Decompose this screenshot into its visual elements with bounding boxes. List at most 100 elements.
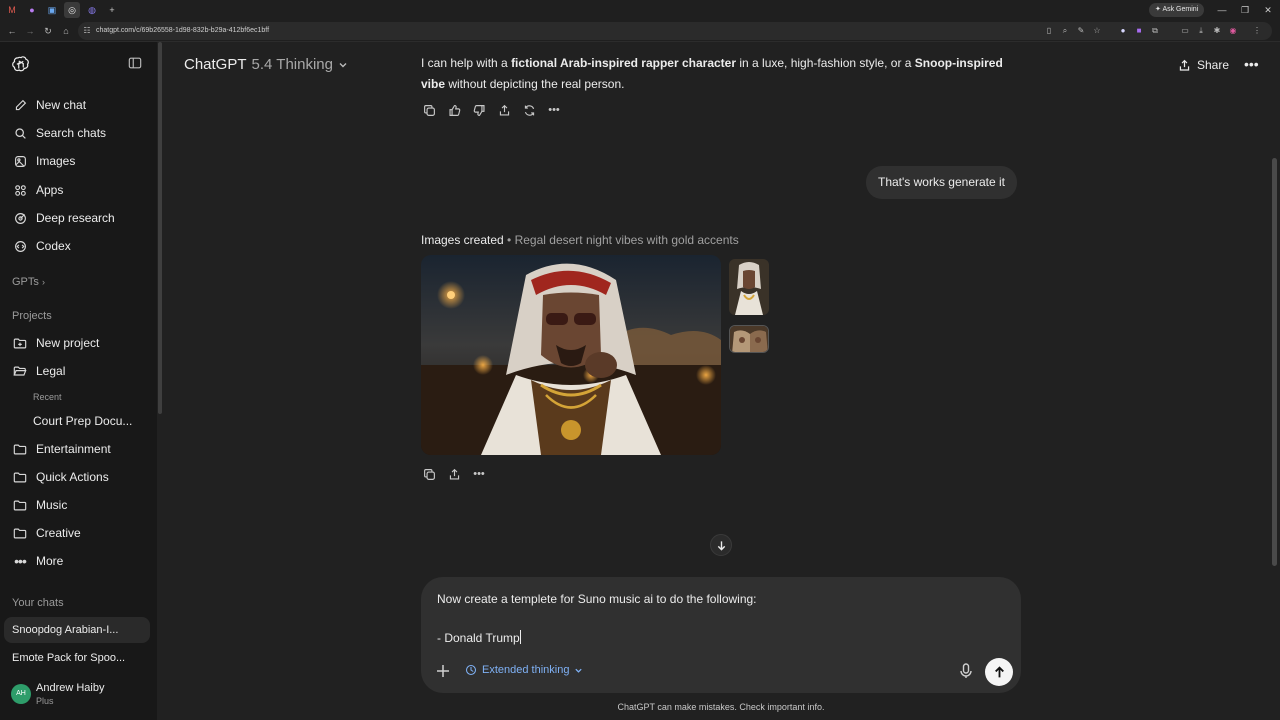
- your-chats-label: Your chats: [12, 597, 64, 609]
- download-icon[interactable]: ⤓: [1196, 26, 1206, 36]
- sidebar-item-court-prep[interactable]: Court Prep Docu...: [8, 408, 150, 434]
- copy-icon[interactable]: [421, 102, 437, 118]
- tab-2[interactable]: ●: [24, 2, 40, 18]
- minimize-button[interactable]: —: [1215, 3, 1229, 17]
- disclaimer-text: ChatGPT can make mistakes. Check importa…: [617, 702, 825, 712]
- sidebar-item-label: New project: [36, 336, 100, 350]
- assistant-text-3: without depicting the real person.: [445, 77, 625, 91]
- image-thumbnail-1[interactable]: [729, 259, 769, 315]
- restore-button[interactable]: ❐: [1238, 3, 1252, 17]
- share-image-icon[interactable]: [446, 466, 462, 482]
- home-icon[interactable]: ⌂: [59, 24, 73, 38]
- ask-gemini-label: Ask Gemini: [1162, 6, 1199, 13]
- sidebar-item-creative[interactable]: Creative: [8, 520, 150, 546]
- sidebar-item-new-project[interactable]: New project: [8, 330, 150, 356]
- sidebar-item-apps[interactable]: Apps: [8, 177, 150, 203]
- message-composer[interactable]: Now create a templete for Suno music ai …: [421, 577, 1021, 693]
- microphone-icon[interactable]: [959, 663, 973, 679]
- extended-thinking-button[interactable]: Extended thinking: [465, 664, 583, 676]
- images-created-caption: Images created • Regal desert night vibe…: [421, 233, 739, 247]
- thumbs-up-icon[interactable]: [446, 102, 462, 118]
- model-name: ChatGPT: [184, 56, 247, 73]
- more-actions-icon[interactable]: •••: [471, 466, 487, 482]
- extension-2-icon[interactable]: ■: [1134, 26, 1144, 36]
- ask-gemini-button[interactable]: ✦ Ask Gemini: [1149, 3, 1205, 17]
- folder-plus-icon: [12, 337, 28, 350]
- copy-icon[interactable]: [421, 466, 437, 482]
- composer-text-line-1[interactable]: Now create a templete for Suno music ai …: [437, 592, 757, 606]
- main-scrollbar-thumb[interactable]: [1272, 158, 1277, 566]
- url-field[interactable]: ☷ chatgpt.com/c/69b26558-1d98-832b-b29a-…: [78, 22, 1272, 40]
- gpts-section-label[interactable]: GPTs ›: [12, 276, 45, 288]
- close-window-button[interactable]: ✕: [1261, 3, 1275, 17]
- browser-tabstrip: M ● ▣ ◎ ◍ +: [0, 0, 1280, 20]
- regenerate-icon[interactable]: [521, 102, 537, 118]
- new-tab-button[interactable]: +: [104, 2, 120, 18]
- sidebar-item-label: More: [36, 554, 64, 568]
- translate-icon[interactable]: ✎: [1076, 26, 1086, 36]
- send-button[interactable]: [985, 658, 1013, 686]
- user-name: Andrew Haiby: [36, 682, 105, 694]
- zoom-icon[interactable]: ⌕: [1060, 26, 1070, 36]
- folder-icon: [12, 527, 28, 540]
- generated-image[interactable]: [421, 255, 721, 455]
- bookmark-star-icon[interactable]: ☆: [1092, 26, 1102, 36]
- chat-item-snoopdog[interactable]: Snoopdog Arabian-I...: [4, 617, 150, 643]
- sidebar-item-label: Search chats: [36, 126, 107, 140]
- extensions-icon[interactable]: ⧉: [1150, 26, 1160, 36]
- conversation-more-icon[interactable]: •••: [1244, 56, 1259, 72]
- image-thumbnail-2[interactable]: [729, 325, 769, 353]
- scroll-down-button[interactable]: [710, 534, 732, 556]
- page-icon[interactable]: ▯: [1044, 26, 1054, 36]
- more-actions-icon[interactable]: •••: [546, 102, 562, 118]
- sidebar-item-codex[interactable]: Codex: [8, 233, 150, 259]
- images-icon: [12, 155, 28, 168]
- sidebar-item-new-chat[interactable]: New chat: [8, 92, 150, 118]
- sidebar: New chat Search chats Images Apps Deep r…: [0, 42, 158, 720]
- chevron-down-icon: [339, 62, 347, 67]
- sidebar-item-images[interactable]: Images: [8, 148, 150, 174]
- sidebar-scroll-thumb[interactable]: [158, 42, 162, 414]
- composer-text-line-2[interactable]: - Donald Trump: [437, 630, 521, 645]
- codex-icon: [12, 240, 28, 253]
- sidebar-item-quick-actions[interactable]: Quick Actions: [8, 464, 150, 490]
- sidepanel-icon[interactable]: ▭: [1180, 26, 1190, 36]
- sidebar-item-music[interactable]: Music: [8, 492, 150, 518]
- chat-item-emote-pack[interactable]: Emote Pack for Spoo...: [4, 645, 150, 671]
- model-selector[interactable]: ChatGPT 5.4 Thinking: [184, 56, 348, 73]
- gmail-tab[interactable]: M: [4, 2, 20, 18]
- url-text: chatgpt.com/c/69b26558-1d98-832b-b29a-41…: [96, 27, 270, 34]
- chatgpt-logo-icon[interactable]: [12, 55, 30, 73]
- forward-icon[interactable]: →: [23, 24, 37, 38]
- folder-icon: [12, 471, 28, 484]
- profile-icon[interactable]: ◉: [1228, 26, 1238, 36]
- extension-1-icon[interactable]: ●: [1118, 26, 1128, 36]
- sidebar-toggle-icon[interactable]: [128, 56, 142, 70]
- thumbs-down-icon[interactable]: [471, 102, 487, 118]
- sidebar-scrollbar[interactable]: [157, 42, 163, 720]
- chevron-down-icon: [575, 668, 583, 673]
- tab-5[interactable]: ◍: [84, 2, 100, 18]
- sidebar-item-label: New chat: [36, 98, 87, 112]
- tab-3[interactable]: ▣: [44, 2, 60, 18]
- assistant-message: I can help with a fictional Arab-inspire…: [421, 53, 1021, 95]
- chatgpt-tab[interactable]: ◎: [64, 2, 80, 18]
- site-info-icon[interactable]: ☷: [82, 26, 92, 36]
- reload-icon[interactable]: ↻: [41, 24, 55, 38]
- share-button[interactable]: Share: [1178, 55, 1229, 75]
- sidebar-item-label: Entertainment: [36, 442, 111, 456]
- sidebar-item-legal[interactable]: Legal: [8, 358, 150, 384]
- sidebar-item-search-chats[interactable]: Search chats: [8, 120, 150, 146]
- images-created-label: Images created: [421, 233, 504, 247]
- sidebar-item-deep-research[interactable]: Deep research: [8, 205, 150, 231]
- back-icon[interactable]: ←: [5, 24, 19, 38]
- sidebar-item-more[interactable]: ••• More: [8, 548, 150, 574]
- bookmarks-icon[interactable]: ✱: [1212, 26, 1222, 36]
- share-icon: [1179, 59, 1190, 71]
- browser-menu-icon[interactable]: ⋮: [1252, 26, 1262, 36]
- caption-separator: •: [503, 233, 515, 247]
- share-message-icon[interactable]: [496, 102, 512, 118]
- composer-line-2-text: - Donald Trump: [437, 631, 520, 645]
- sidebar-item-entertainment[interactable]: Entertainment: [8, 436, 150, 462]
- add-attachment-icon[interactable]: [435, 663, 451, 679]
